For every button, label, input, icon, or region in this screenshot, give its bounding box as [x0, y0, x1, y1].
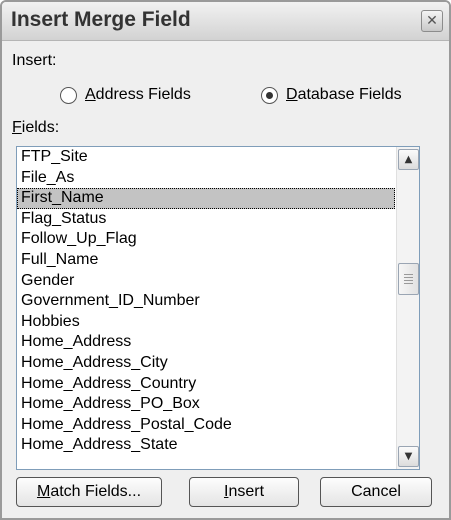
dialog-title: Insert Merge Field — [11, 8, 191, 31]
list-item[interactable]: Home_Address — [17, 332, 395, 353]
list-item[interactable]: Full_Name — [17, 250, 395, 271]
address-fields-label: Address Fields — [85, 86, 191, 103]
list-item[interactable]: Home_Address_Postal_Code — [17, 415, 395, 436]
list-item[interactable]: First_Name — [17, 188, 395, 209]
list-item[interactable]: Home_Address_State — [17, 435, 395, 456]
fields-label: Fields: — [12, 119, 60, 136]
list-item[interactable]: Home_Address_Country — [17, 374, 395, 395]
database-fields-radio[interactable]: Database Fields — [261, 86, 402, 104]
fields-list: FTP_Site File_As First_Name Flag_Status Foll… — [17, 147, 395, 456]
scroll-down-icon[interactable]: ▼ — [398, 446, 419, 467]
insert-button[interactable]: Insert — [189, 477, 299, 507]
list-item[interactable]: File_As — [17, 168, 395, 189]
list-item[interactable]: Flag_Status — [17, 209, 395, 230]
list-item[interactable]: Government_ID_Number — [17, 291, 395, 312]
list-item[interactable]: FTP_Site — [17, 147, 395, 168]
insert-merge-field-dialog: Insert Merge Field ✕ Insert: Address Fie… — [0, 0, 451, 520]
address-fields-radio[interactable]: Address Fields — [60, 86, 191, 104]
cancel-button[interactable]: Cancel — [320, 477, 432, 507]
radio-checked-icon — [261, 86, 278, 104]
list-item[interactable]: Home_Address_City — [17, 353, 395, 374]
insert-label: Insert: — [12, 52, 57, 69]
list-item[interactable]: Home_Address_PO_Box — [17, 394, 395, 415]
match-fields-button[interactable]: Match Fields... — [16, 477, 162, 507]
radio-unchecked-icon — [60, 86, 77, 104]
vertical-scrollbar[interactable]: ▲ ▼ — [396, 147, 419, 469]
scroll-up-icon[interactable]: ▲ — [398, 149, 419, 170]
list-item[interactable]: Hobbies — [17, 312, 395, 333]
database-fields-label: Database Fields — [286, 86, 402, 103]
list-item[interactable]: Follow_Up_Flag — [17, 229, 395, 250]
fields-listbox[interactable]: FTP_Site File_As First_Name Flag_Status Foll… — [16, 146, 420, 470]
close-icon[interactable]: ✕ — [421, 10, 443, 32]
scrollbar-thumb[interactable] — [398, 263, 419, 295]
list-item[interactable]: Gender — [17, 271, 395, 292]
title-bar[interactable]: Insert Merge Field ✕ — [2, 2, 449, 41]
